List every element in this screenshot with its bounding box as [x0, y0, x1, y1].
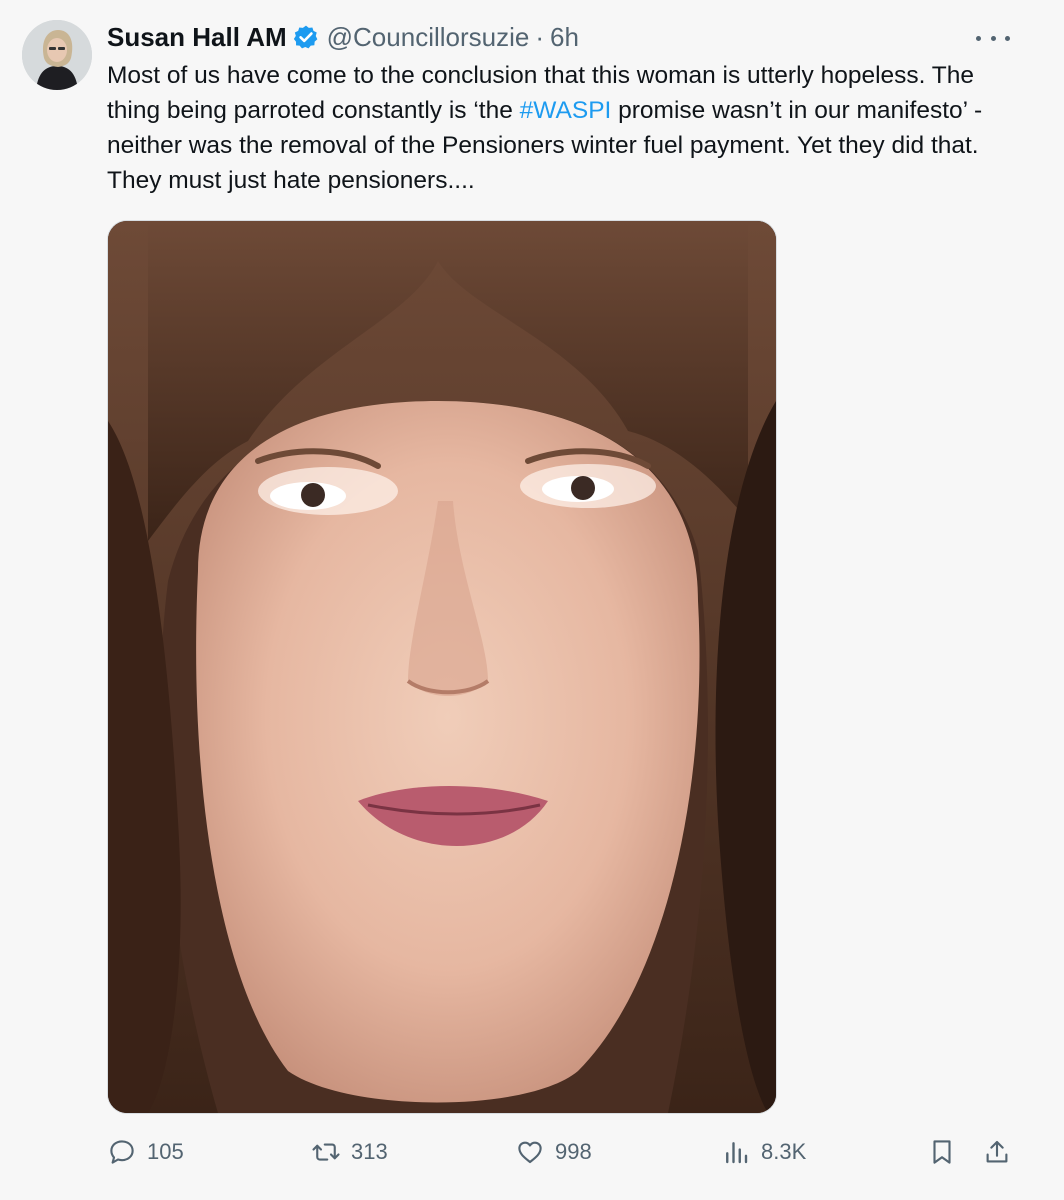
ellipsis-dot: [1005, 35, 1010, 41]
retweet-count: 313: [351, 1139, 388, 1164]
tweet: Susan Hall AM @Councillorsuzie · 6h Most…: [0, 0, 1064, 1200]
author-avatar[interactable]: [22, 20, 92, 90]
hashtag-link[interactable]: #WASPI: [520, 97, 612, 124]
tweet-actions: 105 313 998 8.3K: [107, 1130, 1012, 1174]
bar-chart-icon: [721, 1137, 751, 1167]
views-button[interactable]: 8.3K: [721, 1130, 806, 1174]
ellipsis-dot: [990, 35, 996, 41]
speech-bubble-icon: [107, 1137, 137, 1167]
author-display-name[interactable]: Susan Hall AM: [107, 22, 287, 53]
retweet-button[interactable]: 313: [311, 1130, 388, 1174]
share-upload-icon: [982, 1137, 1012, 1167]
view-count: 8.3K: [761, 1139, 807, 1164]
reply-count: 105: [147, 1139, 184, 1164]
tweet-timestamp[interactable]: 6h: [550, 22, 579, 53]
separator-dot: ·: [535, 21, 545, 52]
tweet-text: Most of us have come to the conclusion t…: [107, 58, 1017, 198]
tweet-header: Susan Hall AM @Councillorsuzie · 6h: [107, 20, 579, 54]
ellipsis-dot: [976, 35, 981, 41]
bookmark-icon: [927, 1137, 957, 1167]
tweet-photo[interactable]: [107, 220, 777, 1114]
retweet-arrows-icon: [311, 1137, 341, 1167]
ellipsis-icon[interactable]: [976, 28, 1010, 48]
like-count: 998: [555, 1139, 592, 1164]
reply-button[interactable]: 105: [107, 1130, 184, 1174]
heart-icon: [515, 1137, 545, 1167]
verified-badge-icon[interactable]: [293, 24, 319, 50]
author-handle[interactable]: @Councillorsuzie: [327, 22, 530, 53]
bookmark-button[interactable]: [927, 1130, 957, 1174]
like-button[interactable]: 998: [515, 1130, 592, 1174]
share-button[interactable]: [982, 1130, 1012, 1174]
